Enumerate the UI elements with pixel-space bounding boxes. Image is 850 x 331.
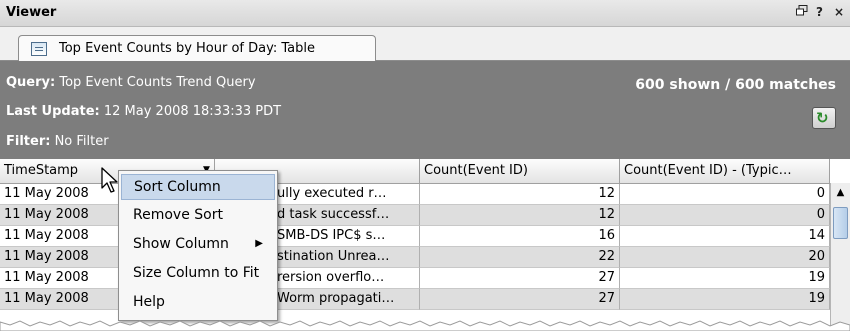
filter-value: No Filter xyxy=(54,134,109,149)
cell-count-typical: 14 xyxy=(620,226,830,247)
tab-label: Top Event Counts by Hour of Day: Table xyxy=(59,41,315,56)
tab-top-event-counts[interactable]: Top Event Counts by Hour of Day: Table xyxy=(18,35,376,62)
column-header-count-typical[interactable]: Count(Event ID) - (Typic… xyxy=(620,159,830,184)
table-icon xyxy=(31,42,47,56)
vertical-scrollbar[interactable]: ▲ xyxy=(830,183,850,331)
menu-item-show-column[interactable]: Show Column ▶ xyxy=(121,232,275,258)
query-info-panel: Query: Top Event Counts Trend Query Last… xyxy=(0,61,850,159)
refresh-button[interactable]: ↻ xyxy=(812,107,836,129)
menu-item-remove-sort[interactable]: Remove Sort xyxy=(121,203,275,229)
column-header-count[interactable]: Count(Event ID) xyxy=(420,159,620,184)
menu-item-size-column-to-fit[interactable]: Size Column to Fit xyxy=(121,261,275,287)
cell-count-typical: 19 xyxy=(620,289,830,310)
cell-count-typical: 0 xyxy=(620,184,830,205)
tab-strip: Top Event Counts by Hour of Day: Table xyxy=(0,27,850,62)
last-update-value: 12 May 2008 18:33:33 PDT xyxy=(103,104,282,119)
restore-icon[interactable] xyxy=(796,5,808,19)
query-value: Top Event Counts Trend Query xyxy=(59,75,256,90)
window-titlebar: Viewer ? × xyxy=(0,0,850,27)
cell-count-typical: 0 xyxy=(620,205,830,226)
submenu-arrow-icon: ▶ xyxy=(255,238,263,249)
scroll-thumb[interactable] xyxy=(833,207,848,239)
cell-count: 16 xyxy=(420,226,620,247)
query-line: Query: Top Event Counts Trend Query xyxy=(6,75,256,90)
last-update-line: Last Update: 12 May 2008 18:33:33 PDT xyxy=(6,104,281,119)
cell-count-typical: 20 xyxy=(620,247,830,268)
close-icon[interactable]: × xyxy=(834,5,844,19)
column-context-menu: Sort Column Remove Sort Show Column ▶ Si… xyxy=(118,170,278,321)
menu-item-help[interactable]: Help xyxy=(121,290,275,316)
filter-line: Filter: No Filter xyxy=(6,134,109,149)
window-title: Viewer xyxy=(6,5,57,20)
cell-count: 12 xyxy=(420,184,620,205)
scroll-up-arrow-icon[interactable]: ▲ xyxy=(833,185,848,201)
refresh-icon: ↻ xyxy=(816,109,829,127)
help-icon[interactable]: ? xyxy=(816,5,823,19)
filter-label: Filter: xyxy=(6,134,51,149)
cell-count-typical: 19 xyxy=(620,268,830,289)
match-count: 600 shown / 600 matches xyxy=(635,77,836,93)
last-update-label: Last Update: xyxy=(6,104,100,119)
cell-count: 27 xyxy=(420,289,620,310)
menu-item-sort-column[interactable]: Sort Column xyxy=(121,174,275,200)
torn-edge xyxy=(0,320,850,331)
cell-count: 12 xyxy=(420,205,620,226)
menu-item-label: Show Column xyxy=(133,236,229,252)
cell-count: 27 xyxy=(420,268,620,289)
query-label: Query: xyxy=(6,75,56,90)
cell-count: 22 xyxy=(420,247,620,268)
mouse-pointer-icon xyxy=(101,167,118,193)
